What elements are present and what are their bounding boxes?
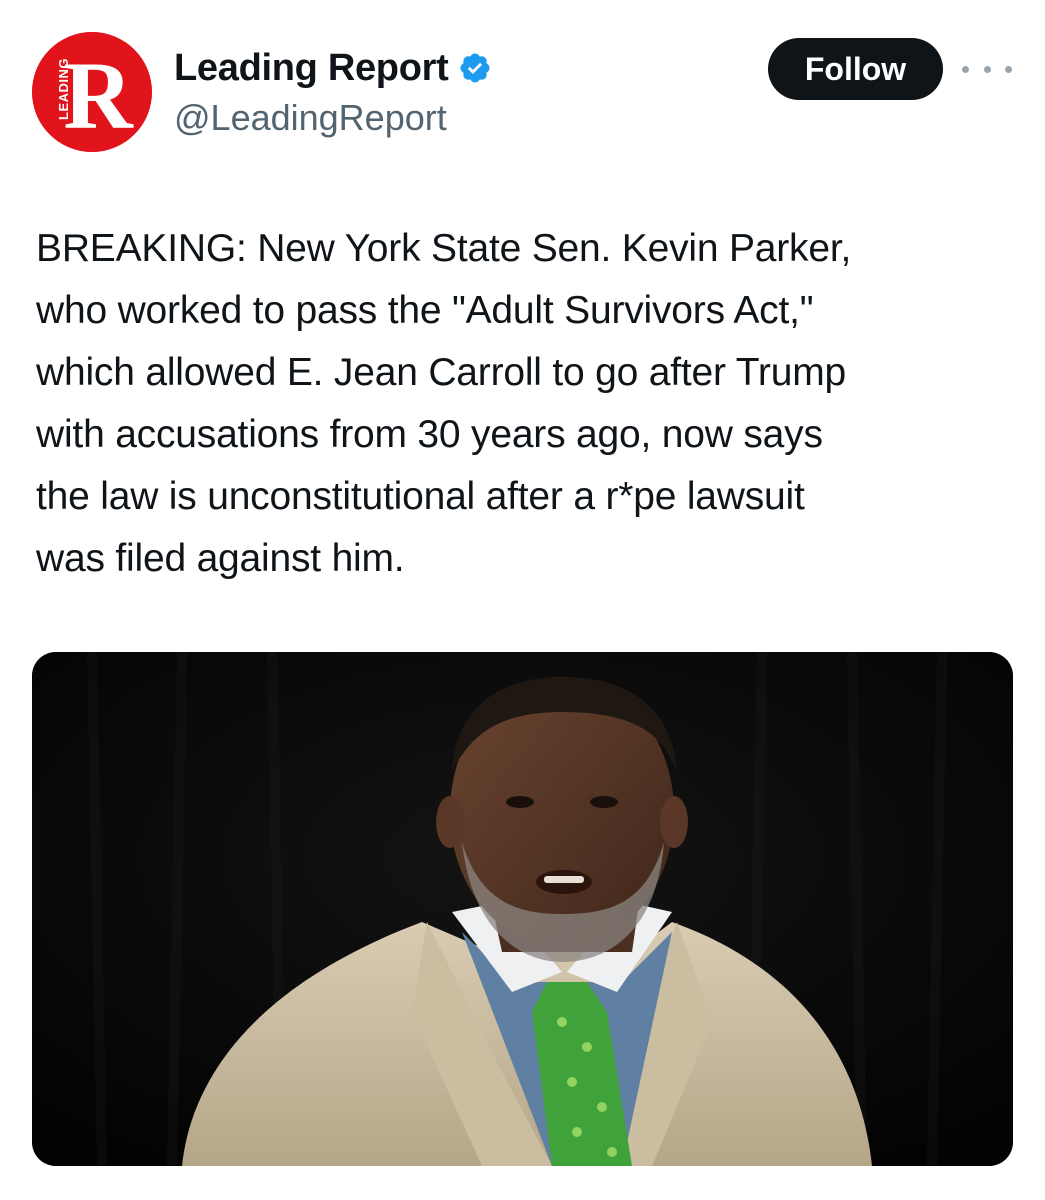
photo-illustration — [32, 652, 1013, 1166]
ellipsis-dot — [962, 65, 969, 73]
tweet-header: LEADING R Leading Report @LeadingReport … — [0, 0, 1045, 170]
tweet-photo[interactable] — [32, 652, 1013, 1166]
ellipsis-icon[interactable] — [962, 56, 1012, 82]
verified-badge-icon — [458, 51, 492, 85]
follow-button[interactable]: Follow — [768, 38, 943, 100]
ellipsis-dot — [1005, 65, 1012, 73]
avatar[interactable]: LEADING R — [32, 32, 152, 152]
ellipsis-dot — [983, 65, 991, 73]
avatar-logo-letter: R — [63, 42, 134, 149]
display-name[interactable]: Leading Report — [174, 46, 449, 90]
author-handle[interactable]: @LeadingReport — [174, 96, 447, 140]
author-name-row: Leading Report — [174, 46, 492, 90]
tweet-text: BREAKING: New York State Sen. Kevin Park… — [36, 227, 852, 580]
